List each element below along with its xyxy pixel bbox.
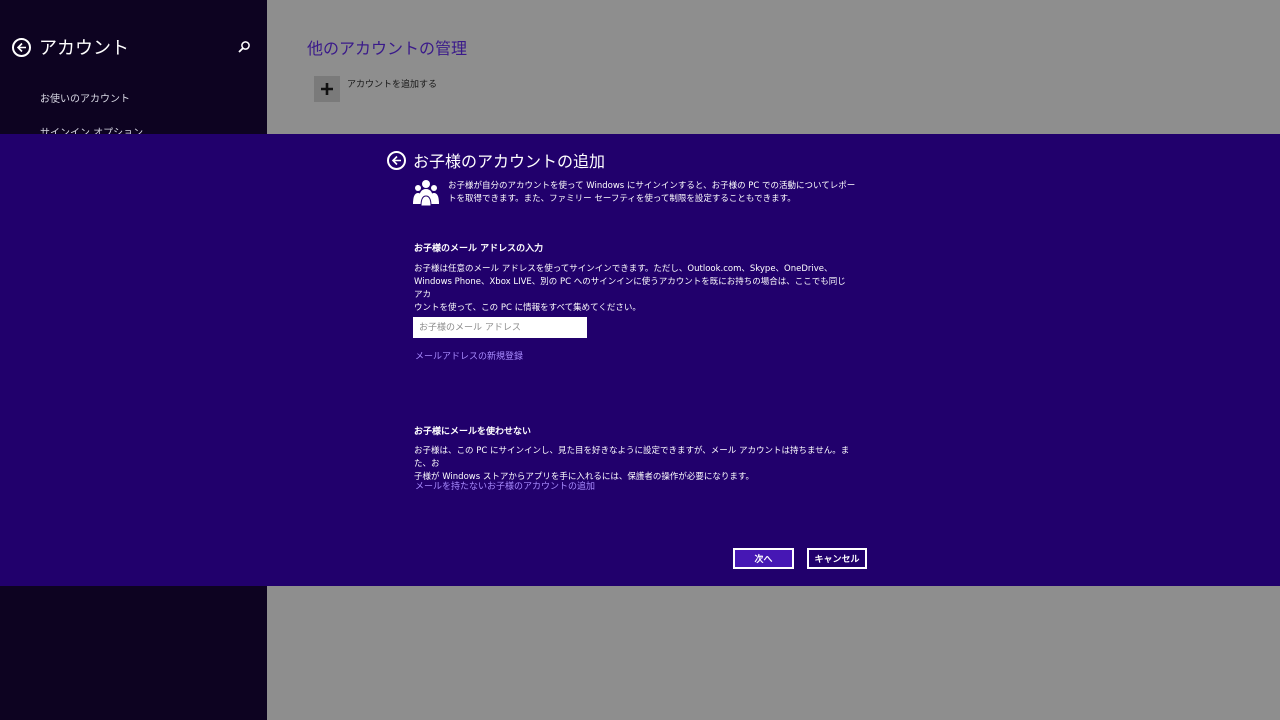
sidebar-title: アカウント — [39, 38, 129, 59]
new-email-signup-link[interactable]: メールアドレスの新規登録 — [415, 349, 523, 362]
back-icon[interactable] — [387, 150, 406, 170]
intro-line: お子様が自分のアカウントを使って Windows にサインインすると、お子様の … — [448, 181, 856, 191]
dialog-header: お子様のアカウントの追加 — [387, 149, 605, 171]
plus-icon — [321, 83, 333, 95]
add-child-account-dialog: お子様のアカウントの追加 お子様が自分のアカウントを使って Windows にサ… — [0, 134, 1280, 586]
email-section-heading: お子様のメール アドレスの入力 — [414, 244, 544, 254]
description-line: Windows Phone、Xbox LIVE、別の PC へのサインインに使う… — [414, 277, 846, 300]
child-email-input[interactable] — [413, 317, 587, 338]
page-title: 他のアカウントの管理 — [307, 39, 468, 58]
no-email-section-heading: お子様にメールを使わせない — [414, 427, 532, 437]
cancel-button[interactable]: キャンセル — [807, 548, 867, 569]
sidebar-header: アカウント — [12, 34, 257, 60]
add-child-without-email-link[interactable]: メールを持たないお子様のアカウントの追加 — [415, 479, 595, 492]
description-line: ウントを使って、この PC に情報をすべて集めてください。 — [414, 303, 641, 313]
add-account-label[interactable]: アカウントを追加する — [347, 77, 437, 90]
email-section-description: お子様は任意のメール アドレスを使ってサインインできます。ただし、Outlook… — [414, 263, 854, 315]
back-icon[interactable] — [12, 37, 31, 57]
add-account-button[interactable] — [314, 76, 340, 102]
intro-text: お子様が自分のアカウントを使って Windows にサインインすると、お子様の … — [448, 180, 858, 206]
search-icon[interactable] — [237, 39, 253, 55]
description-line: お子様は任意のメール アドレスを使ってサインインできます。ただし、Outlook… — [414, 264, 833, 274]
description-line: お子様は、この PC にサインインし、見た目を好きなように設定できますが、メール… — [414, 446, 850, 469]
sidebar-item-your-account[interactable]: お使いのアカウント — [40, 90, 130, 105]
next-button[interactable]: 次へ — [733, 548, 794, 569]
intro-line: トを取得できます。また、ファミリー セーフティを使って制限を設定することもできま… — [448, 194, 796, 204]
family-icon — [413, 180, 439, 206]
dialog-title: お子様のアカウントの追加 — [413, 152, 606, 171]
